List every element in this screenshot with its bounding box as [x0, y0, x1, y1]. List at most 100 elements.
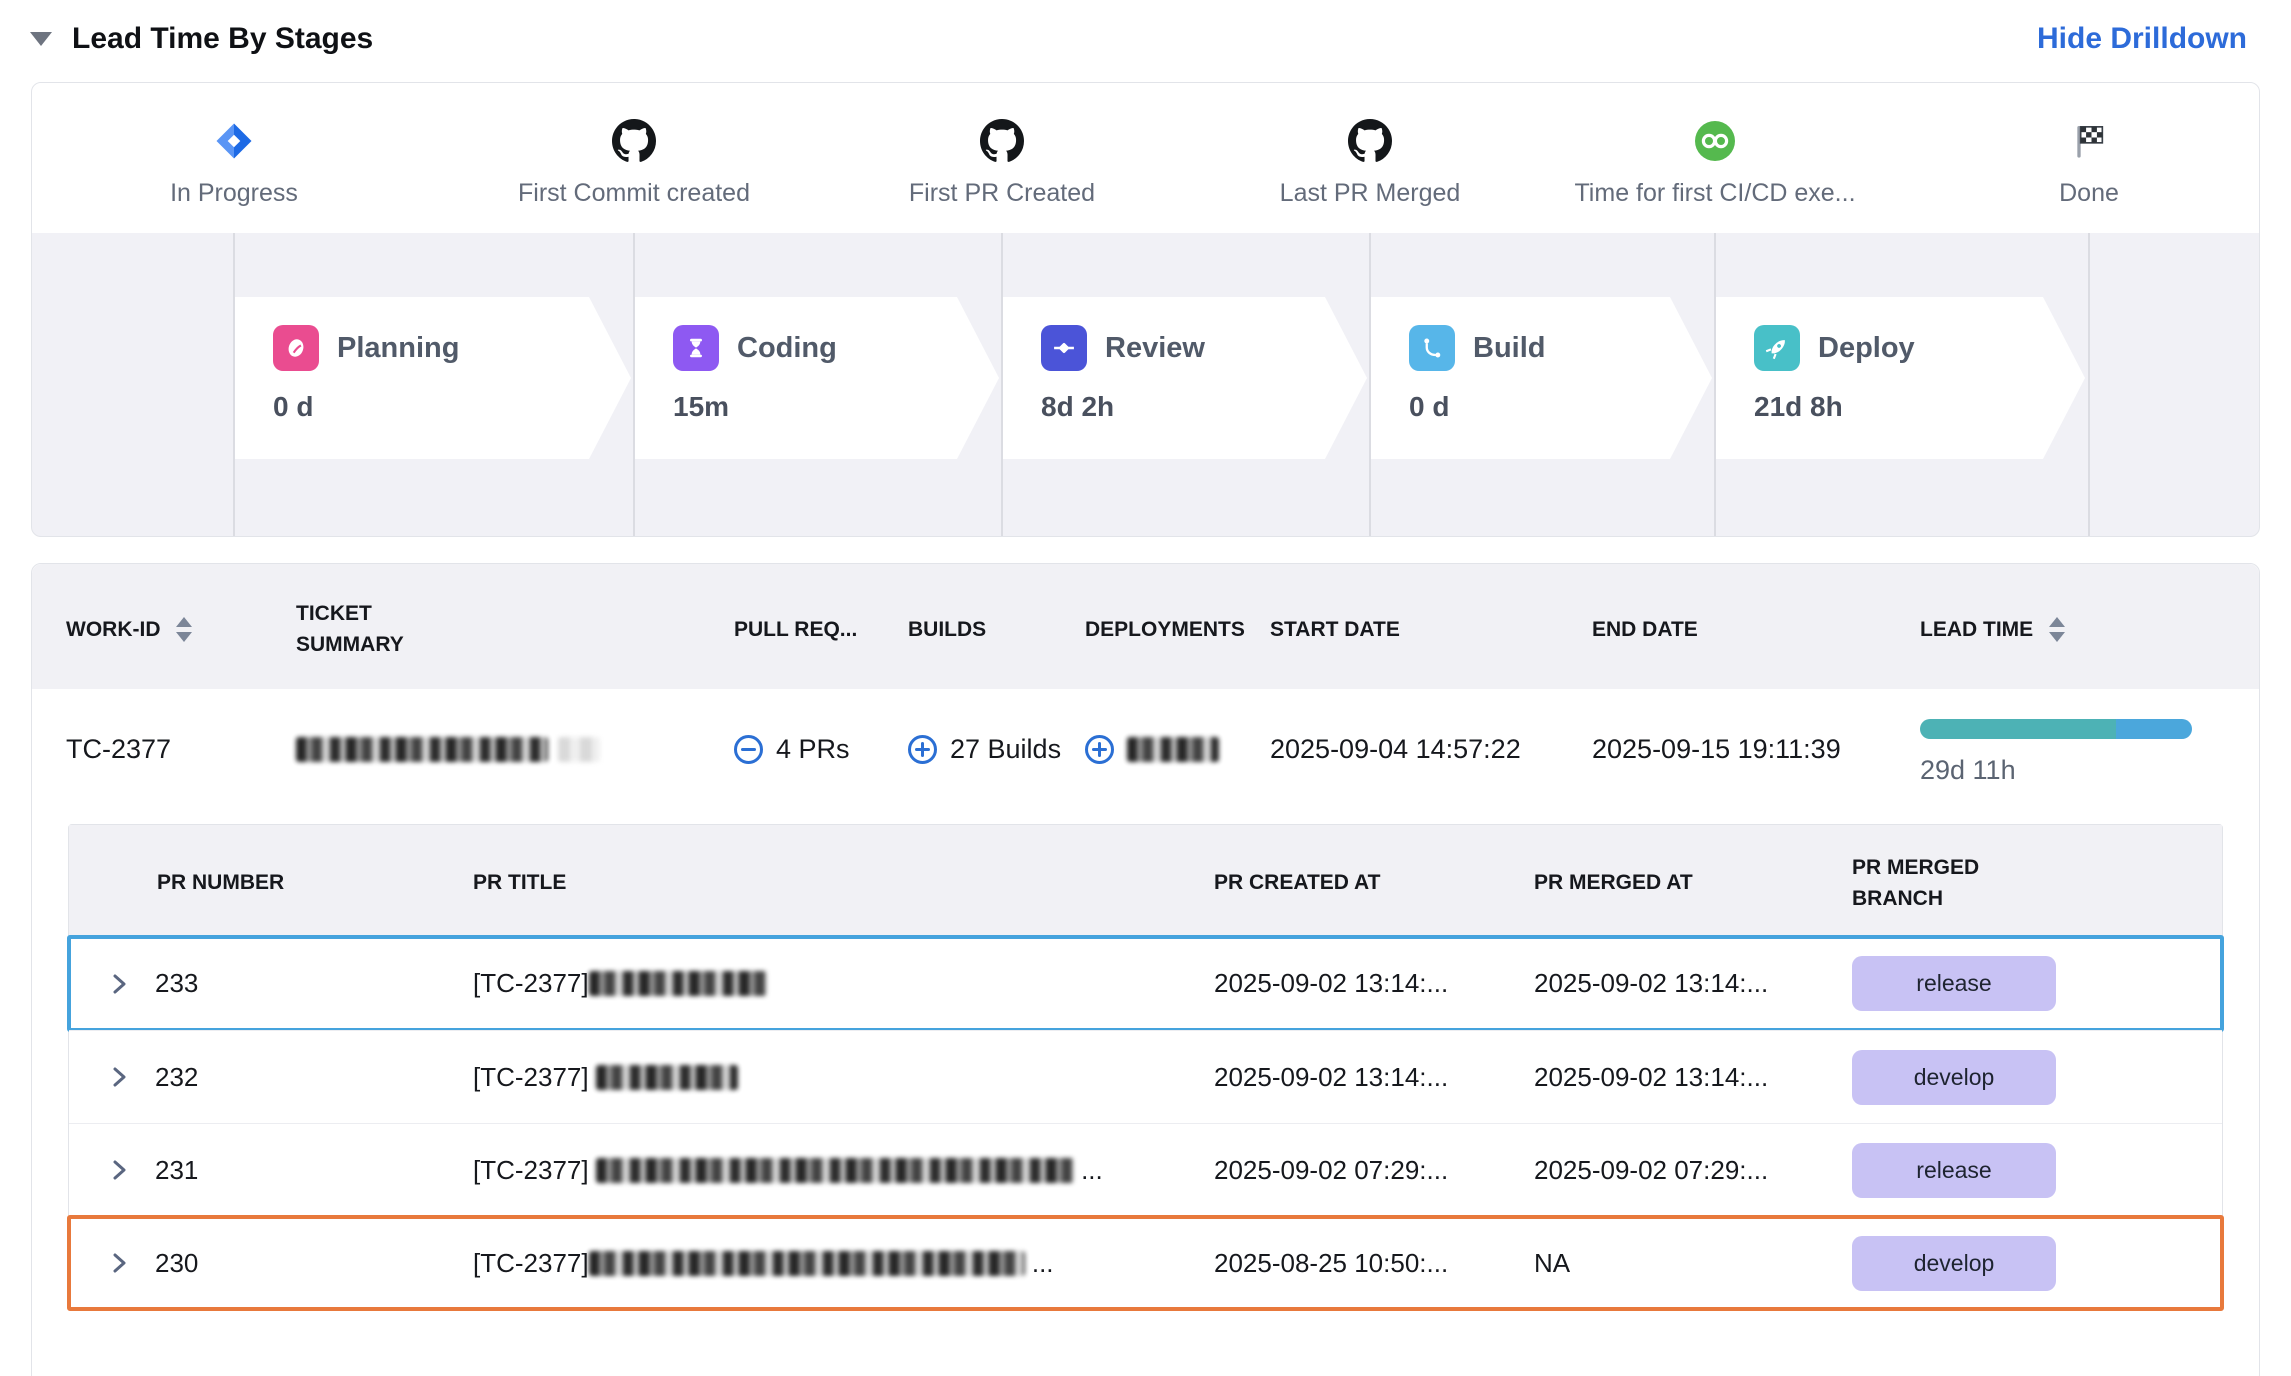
milestone-first-pr: First PR Created [832, 113, 1172, 208]
expand-chevron-icon[interactable] [111, 971, 127, 997]
stage-duration: 8d 2h [1041, 391, 1367, 423]
col-pr-title: PR TITLE [473, 871, 1214, 895]
col-end-date: END DATE [1592, 618, 1920, 642]
cicd-icon [1694, 120, 1736, 162]
pr-created-at: 2025-09-02 13:14:... [1214, 1062, 1534, 1093]
col-pr-merged: PR MERGED AT [1534, 871, 1852, 895]
lead-time-bar-blue-segment [2116, 719, 2192, 739]
stage-name: Build [1473, 332, 1546, 365]
work-item-row: TC-2377 4 PRs 27 Builds 2025-09-04 14:57… [32, 689, 2259, 809]
start-date-value: 2025-09-04 14:57:22 [1270, 734, 1592, 765]
pr-title: [TC-2377] [473, 1062, 1214, 1093]
sort-lead-time-button[interactable] [2049, 617, 2065, 642]
pr-number: 232 [155, 1062, 198, 1093]
deployments-redacted [1127, 737, 1219, 762]
col-pr-number: PR NUMBER [69, 871, 473, 895]
stage-name: Planning [337, 332, 459, 365]
stage-divider [2088, 233, 2090, 536]
pull-requests-expander[interactable]: 4 PRs [734, 734, 908, 765]
builds-count: 27 Builds [950, 734, 1061, 765]
builds-expander[interactable]: 27 Builds [908, 734, 1085, 765]
lead-time-bar [1920, 719, 2192, 739]
hide-drilldown-link[interactable]: Hide Drilldown [2037, 22, 2247, 56]
work-table-header-row: WORK-ID TICKET SUMMARY PULL REQ... BUILD… [32, 564, 2259, 689]
pr-title: [TC-2377] ... [473, 1155, 1214, 1186]
lead-time-cell: 29d 11h [1920, 713, 2259, 786]
stage-review: Review 8d 2h [1003, 297, 1367, 459]
stage-divider [233, 233, 235, 536]
stage-divider [1001, 233, 1003, 536]
collapse-triangle-icon[interactable] [30, 32, 52, 46]
pr-row-230[interactable]: 230 [TC-2377] ... 2025-08-25 10:50:... N… [69, 1216, 2222, 1309]
branch-badge: release [1852, 956, 2056, 1011]
pr-drilldown-table: PR NUMBER PR TITLE PR CREATED AT PR MERG… [68, 824, 2223, 1310]
stage-name: Coding [737, 332, 837, 365]
lead-time-stages-panel: In Progress First Commit created First P… [31, 82, 2260, 537]
pr-row-231[interactable]: 231 [TC-2377] ... 2025-09-02 07:29:... 2… [69, 1123, 2222, 1216]
stage-divider [1714, 233, 1716, 536]
branch-badge: develop [1852, 1050, 2056, 1105]
milestone-first-commit: First Commit created [464, 113, 804, 208]
milestone-label: First PR Created [832, 179, 1172, 208]
milestone-done: Done [1919, 113, 2259, 208]
milestone-in-progress: In Progress [64, 113, 404, 208]
milestone-label: Time for first CI/CD exe... [1545, 179, 1885, 208]
stage-deploy: Deploy 21d 8h [1716, 297, 2085, 459]
col-lead-time: LEAD TIME [1920, 618, 2033, 642]
deployments-expander[interactable] [1085, 735, 1270, 764]
ticket-summary-redacted [296, 734, 734, 765]
review-node-icon [1041, 325, 1087, 371]
lead-time-value: 29d 11h [1920, 755, 2259, 786]
milestone-label: Last PR Merged [1200, 179, 1540, 208]
plus-circle-icon[interactable] [1085, 735, 1114, 764]
col-work-id: WORK-ID [66, 618, 160, 642]
minus-circle-icon[interactable] [734, 735, 763, 764]
col-pull-requests: PULL REQ... [734, 618, 908, 642]
col-pr-merged-branch: PR MERGED BRANCH [1852, 852, 1982, 915]
drilldown-header: Lead Time By Stages Hide Drilldown [0, 0, 2291, 82]
stage-duration: 0 d [273, 391, 631, 423]
pull-requests-count: 4 PRs [776, 734, 850, 765]
pr-number: 230 [155, 1248, 198, 1279]
plus-circle-icon[interactable] [908, 735, 937, 764]
jira-status-icon [213, 120, 255, 162]
checkered-flag-icon [2069, 121, 2109, 161]
pr-merged-at: 2025-09-02 07:29:... [1534, 1155, 1852, 1186]
milestone-cicd: Time for first CI/CD exe... [1545, 113, 1885, 208]
pr-created-at: 2025-09-02 07:29:... [1214, 1155, 1534, 1186]
stage-build: Build 0 d [1371, 297, 1712, 459]
github-icon [1348, 119, 1392, 163]
branch-badge: develop [1852, 1236, 2056, 1291]
stage-divider [1369, 233, 1371, 536]
sort-work-id-button[interactable] [176, 617, 192, 642]
github-icon [612, 119, 656, 163]
stage-duration: 21d 8h [1754, 391, 2085, 423]
milestone-label: Done [1919, 179, 2259, 208]
pr-title: [TC-2377] [473, 968, 1214, 999]
pr-merged-at: 2025-09-02 13:14:... [1534, 1062, 1852, 1093]
pr-table-header-row: PR NUMBER PR TITLE PR CREATED AT PR MERG… [69, 825, 2222, 937]
expand-chevron-icon[interactable] [111, 1250, 127, 1276]
end-date-value: 2025-09-15 19:11:39 [1592, 734, 1920, 765]
lead-time-bar-teal-segment [1920, 719, 2116, 739]
pr-row-232[interactable]: 232 [TC-2377] 2025-09-02 13:14:... 2025-… [69, 1030, 2222, 1123]
milestone-label: First Commit created [464, 179, 804, 208]
pr-number: 231 [155, 1155, 198, 1186]
planning-icon [273, 325, 319, 371]
expand-chevron-icon[interactable] [111, 1157, 127, 1183]
work-id-value: TC-2377 [32, 734, 296, 765]
stage-name: Deploy [1818, 332, 1915, 365]
pr-number: 233 [155, 968, 198, 999]
hourglass-icon [673, 325, 719, 371]
pr-created-at: 2025-09-02 13:14:... [1214, 968, 1534, 999]
expand-chevron-icon[interactable] [111, 1064, 127, 1090]
branch-curve-icon [1409, 325, 1455, 371]
pr-row-233[interactable]: 233 [TC-2377] 2025-09-02 13:14:... 2025-… [69, 937, 2222, 1030]
pr-title: [TC-2377] ... [473, 1248, 1214, 1279]
col-ticket-summary: TICKET SUMMARY [296, 599, 466, 660]
stage-duration: 0 d [1409, 391, 1712, 423]
github-icon [980, 119, 1024, 163]
col-pr-created: PR CREATED AT [1214, 871, 1534, 895]
col-deployments: DEPLOYMENTS [1085, 618, 1270, 642]
pr-merged-at: NA [1534, 1248, 1852, 1279]
